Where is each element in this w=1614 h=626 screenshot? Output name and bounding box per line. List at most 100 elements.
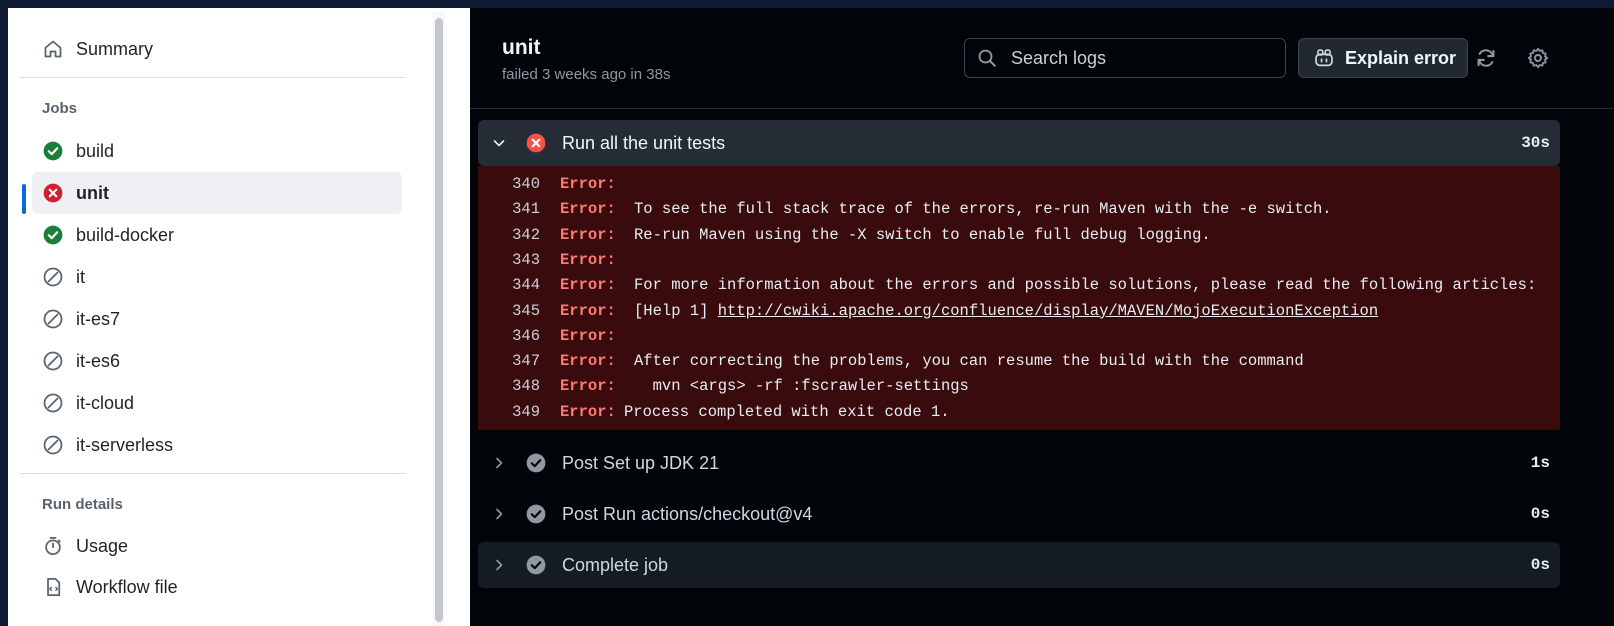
log-line: 340 Error: — [478, 172, 1560, 197]
sidebar-job-label: it — [76, 266, 85, 287]
step-duration: 0s — [1530, 505, 1550, 523]
workflow-file-link[interactable]: Workflow file — [32, 566, 402, 608]
sidebar-job-label: it-cloud — [76, 392, 135, 413]
scrollbar-thumb[interactable] — [435, 18, 443, 622]
log-line: 346 Error: — [478, 324, 1560, 349]
log-line-number[interactable]: 343 — [478, 248, 540, 273]
skip-icon — [42, 434, 64, 456]
usage-label: Usage — [76, 535, 129, 556]
x-circle-icon — [42, 182, 64, 204]
step-row[interactable]: Post Run actions/checkout@v4 0s — [478, 491, 1560, 537]
sidebar-job-build[interactable]: build — [32, 130, 402, 172]
log-line-number[interactable]: 348 — [478, 374, 540, 399]
log-error-prefix: Error: — [560, 301, 616, 320]
log-output: 340 Error: 341 Error: To see the full stack … — [478, 166, 1560, 430]
header-divider — [470, 108, 1614, 109]
log-line-number[interactable]: 346 — [478, 324, 540, 349]
skip-icon — [42, 308, 64, 330]
sidebar-job-label: build — [76, 140, 115, 161]
job-title: unit — [502, 36, 541, 59]
sidebar-scrollbar[interactable] — [433, 12, 445, 626]
log-error-prefix: Error: — [560, 326, 616, 345]
summary-link[interactable]: Summary — [32, 28, 402, 70]
job-subtitle: failed 3 weeks ago in 38s — [502, 66, 671, 83]
log-line-number[interactable]: 340 — [478, 172, 540, 197]
step-row[interactable]: Run all the unit tests 30s — [478, 120, 1560, 166]
summary-label: Summary — [76, 38, 154, 59]
explain-error-label: Explain error — [1345, 47, 1457, 68]
log-message: Process completed with exit code 1. — [624, 402, 950, 421]
log-error-prefix: Error: — [560, 225, 616, 244]
check-circle-icon — [526, 453, 546, 473]
run-details-heading: Run details — [42, 496, 123, 513]
log-error-prefix: Error: — [560, 250, 616, 269]
jobs-heading: Jobs — [42, 100, 78, 117]
search-logs-field[interactable] — [964, 38, 1286, 78]
home-icon — [42, 38, 64, 60]
search-logs-input[interactable] — [1009, 46, 1253, 70]
x-circle-icon — [526, 133, 546, 153]
usage-link[interactable]: Usage — [32, 525, 402, 567]
skip-icon — [42, 392, 64, 414]
refresh-icon[interactable] — [1474, 46, 1498, 70]
sidebar-job-label: build-docker — [76, 224, 175, 245]
log-line-number[interactable]: 349 — [478, 400, 540, 425]
copilot-icon — [1313, 48, 1335, 68]
log-message: Re-run Maven using the -X switch to enab… — [634, 225, 1211, 244]
sidebar-job-it-es6[interactable]: it-es6 — [32, 340, 402, 382]
step-duration: 30s — [1521, 134, 1550, 152]
log-line-number[interactable]: 345 — [478, 299, 540, 324]
file-code-icon — [42, 576, 64, 598]
chevron-right-icon[interactable] — [490, 506, 508, 522]
log-line-number[interactable]: 341 — [478, 197, 540, 222]
sidebar: Summary Jobs build unit build-docker it it-e… — [8, 8, 470, 626]
step-row[interactable]: Post Set up JDK 21 1s — [478, 440, 1560, 486]
explain-error-button[interactable]: Explain error — [1298, 38, 1468, 78]
log-link[interactable]: http://cwiki.apache.org/confluence/displ… — [718, 302, 1378, 320]
log-line-number[interactable]: 344 — [478, 273, 540, 298]
sidebar-job-it-serverless[interactable]: it-serverless — [32, 424, 402, 466]
divider — [20, 473, 406, 474]
log-line: 349 Error: Process completed with exit cod… — [478, 400, 1560, 425]
step-name: Complete job — [562, 554, 669, 575]
log-line: 342 Error: Re-run Maven using the -X switc… — [478, 223, 1560, 248]
log-error-prefix: Error: — [560, 402, 616, 421]
sidebar-job-unit[interactable]: unit — [32, 172, 402, 214]
sidebar-job-it-es7[interactable]: it-es7 — [32, 298, 402, 340]
skip-icon — [42, 350, 64, 372]
active-indicator — [22, 184, 26, 214]
check-circle-icon — [526, 555, 546, 575]
log-error-prefix: Error: — [560, 175, 616, 193]
sidebar-job-label: it-es7 — [76, 308, 121, 329]
sidebar-job-label: unit — [76, 182, 109, 203]
workflow-file-label: Workflow file — [76, 576, 178, 597]
chevron-right-icon[interactable] — [490, 557, 508, 573]
gear-icon[interactable] — [1526, 46, 1550, 70]
sidebar-job-it-cloud[interactable]: it-cloud — [32, 382, 402, 424]
sidebar-job-build-docker[interactable]: build-docker — [32, 214, 402, 256]
stopwatch-icon — [42, 535, 64, 557]
log-line: 348 Error: mvn <args> -rf :fscrawler-sett… — [478, 374, 1560, 399]
log-line: 344 Error: For more information about the … — [478, 273, 1560, 298]
log-panel: unit failed 3 weeks ago in 38s Explain e… — [470, 8, 1614, 626]
divider — [20, 77, 406, 78]
step-name: Post Run actions/checkout@v4 — [562, 503, 813, 524]
chevron-down-icon[interactable] — [490, 135, 508, 151]
step-duration: 1s — [1530, 454, 1550, 472]
log-message: [Help 1] http://cwiki.apache.org/conflue… — [634, 301, 1379, 320]
search-icon — [977, 48, 997, 68]
log-line-number[interactable]: 347 — [478, 349, 540, 374]
log-line-number[interactable]: 342 — [478, 223, 540, 248]
log-error-prefix: Error: — [560, 352, 616, 371]
step-row[interactable]: Complete job 0s — [478, 542, 1560, 588]
sidebar-job-label: it-es6 — [76, 350, 121, 371]
step-duration: 0s — [1530, 556, 1550, 574]
skip-icon — [42, 266, 64, 288]
check-circle-icon — [42, 140, 64, 162]
log-message: After correcting the problems, you can r… — [634, 352, 1304, 371]
step-name: Post Set up JDK 21 — [562, 452, 720, 473]
log-error-prefix: Error: — [560, 276, 616, 295]
chevron-right-icon[interactable] — [490, 455, 508, 471]
sidebar-job-it[interactable]: it — [32, 256, 402, 298]
log-message: For more information about the errors an… — [634, 276, 1537, 295]
